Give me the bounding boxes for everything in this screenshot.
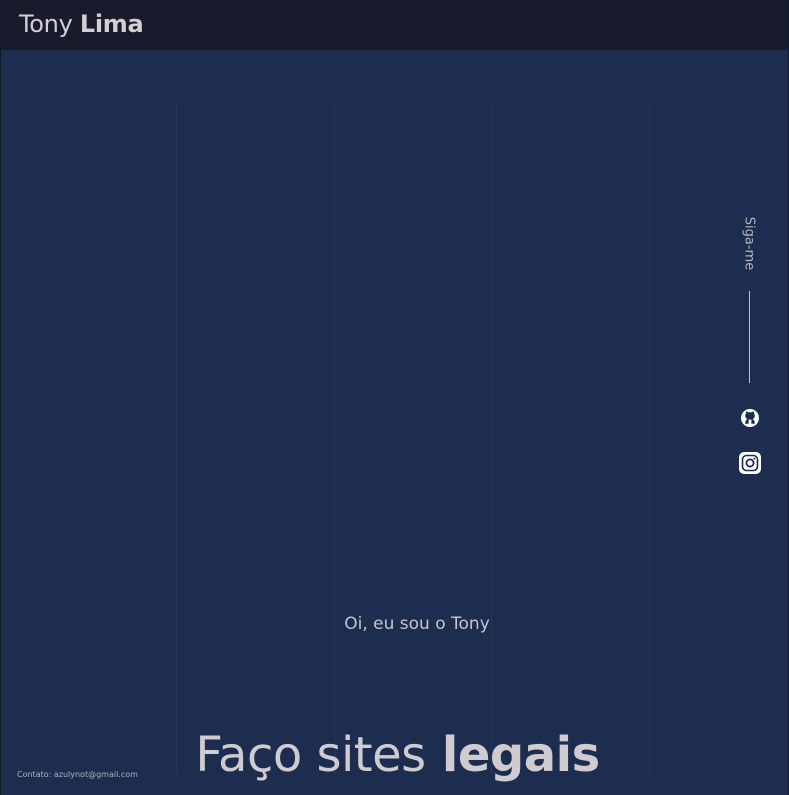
grid-line	[334, 103, 335, 775]
github-icon	[741, 409, 759, 427]
headline-light: Faço sites	[195, 727, 426, 783]
follow-divider	[749, 291, 750, 383]
brand-logo[interactable]: Tony Lima	[19, 10, 144, 38]
headline-bold: legais	[441, 727, 600, 783]
top-bar: Tony Lima	[1, 0, 788, 50]
github-link[interactable]	[739, 407, 761, 429]
intro-text: Oi, eu sou o Tony	[344, 614, 490, 634]
instagram-icon	[739, 452, 761, 474]
grid-line	[491, 103, 492, 775]
instagram-link[interactable]	[739, 452, 761, 474]
grid-line	[176, 103, 177, 775]
follow-label: Siga-me	[741, 216, 757, 271]
brand-first-name: Tony	[19, 10, 73, 38]
page: Tony Lima Siga-me Oi, eu sou o Tony Faço…	[0, 0, 789, 795]
brand-last-name: Lima	[79, 10, 144, 38]
grid-line	[649, 103, 650, 775]
contact-text: Contato: azulynot@gmail.com	[17, 770, 138, 779]
